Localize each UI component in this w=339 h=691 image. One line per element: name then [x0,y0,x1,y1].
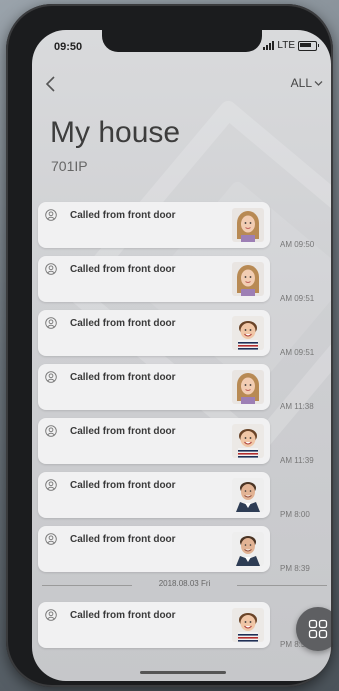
user-circle-icon [45,209,57,221]
call-label: Called from front door [70,480,176,491]
user-circle-icon-wrap [45,424,57,437]
user-circle-icon-wrap [45,478,57,491]
menu-fab-button[interactable] [296,607,331,651]
caller-photo-boy [232,424,264,458]
call-time: AM 11:38 [280,402,314,411]
user-circle-icon [45,609,57,621]
date-divider-label: 2018.08.03 Fri [158,579,211,588]
call-label: Called from front door [70,210,176,221]
user-circle-icon [45,371,57,383]
call-history-item[interactable]: Called from front door PM 8:39 [38,526,331,580]
caller-photo[interactable] [232,370,264,404]
call-card[interactable]: Called from front door [38,256,270,302]
signal-icon [263,41,275,50]
call-label: Called from front door [70,264,176,275]
call-card[interactable]: Called from front door [38,526,270,572]
caller-photo[interactable] [232,608,264,642]
caller-photo-girl [232,208,264,242]
call-card[interactable]: Called from front door [38,202,270,248]
caller-photo-girl [232,370,264,404]
call-history-item[interactable]: Called from front door AM 11:39 [38,418,331,472]
chevron-down-icon [314,80,323,86]
call-history-list: Called from front door AM 09:50 Called fro… [38,202,331,580]
caller-photo[interactable] [232,208,264,242]
user-circle-icon-wrap [45,608,57,621]
call-time: PM 8:00 [280,510,310,519]
user-circle-icon-wrap [45,208,57,221]
caller-photo-man [232,532,264,566]
app-screen: 09:50 LTE ALL My house 701IP Called from… [32,30,331,681]
user-circle-icon-wrap [45,262,57,275]
caller-photo-boy [232,316,264,350]
status-indicators: LTE [263,40,319,51]
caller-photo-boy [232,608,264,642]
call-card[interactable]: Called from front door [38,364,270,410]
call-history-item[interactable]: Called from front door PM 8:57 [38,602,331,656]
user-circle-icon-wrap [45,370,57,383]
phone-frame: 09:50 LTE ALL My house 701IP Called from… [6,4,333,687]
notch [102,30,262,52]
call-time: PM 8:39 [280,564,310,573]
grid-icon [308,619,328,639]
call-history-item[interactable]: Called from front door PM 8:00 [38,472,331,526]
network-label: LTE [277,40,295,51]
user-circle-icon [45,533,57,545]
call-history-item[interactable]: Called from front door AM 11:38 [38,364,331,418]
call-label: Called from front door [70,426,176,437]
call-history-list: Called from front door PM 8:57 [38,602,331,656]
call-history-item[interactable]: Called from front door AM 09:51 [38,310,331,364]
caller-photo[interactable] [232,424,264,458]
call-time: AM 09:51 [280,294,315,303]
chevron-left-icon [45,76,55,92]
call-card[interactable]: Called from front door [38,418,270,464]
caller-photo[interactable] [232,316,264,350]
call-time: AM 09:50 [280,240,315,249]
call-label: Called from front door [70,610,176,621]
call-history-item[interactable]: Called from front door AM 09:51 [38,256,331,310]
call-time: AM 11:39 [280,456,314,465]
page-title: My house [50,116,181,149]
user-circle-icon-wrap [45,316,57,329]
user-circle-icon [45,479,57,491]
user-circle-icon [45,317,57,329]
filter-label: ALL [290,76,312,90]
battery-icon [298,40,319,51]
user-circle-icon-wrap [45,532,57,545]
call-time: AM 09:51 [280,348,315,357]
divider-line [237,585,327,586]
home-indicator [140,671,226,674]
call-label: Called from front door [70,534,176,545]
call-label: Called from front door [70,318,176,329]
caller-photo-man [232,478,264,512]
call-card[interactable]: Called from front door [38,602,270,648]
call-history-item[interactable]: Called from front door AM 09:50 [38,202,331,256]
user-circle-icon [45,425,57,437]
back-button[interactable] [42,74,60,94]
call-card[interactable]: Called from front door [38,310,270,356]
filter-dropdown[interactable]: ALL [291,76,323,90]
caller-photo-girl [232,262,264,296]
user-circle-icon [45,263,57,275]
caller-photo[interactable] [232,532,264,566]
call-card[interactable]: Called from front door [38,472,270,518]
page-subtitle: 701IP [51,158,88,174]
caller-photo[interactable] [232,478,264,512]
call-label: Called from front door [70,372,176,383]
caller-photo[interactable] [232,262,264,296]
status-time: 09:50 [54,41,83,53]
date-divider: 2018.08.03 Fri [42,578,327,592]
